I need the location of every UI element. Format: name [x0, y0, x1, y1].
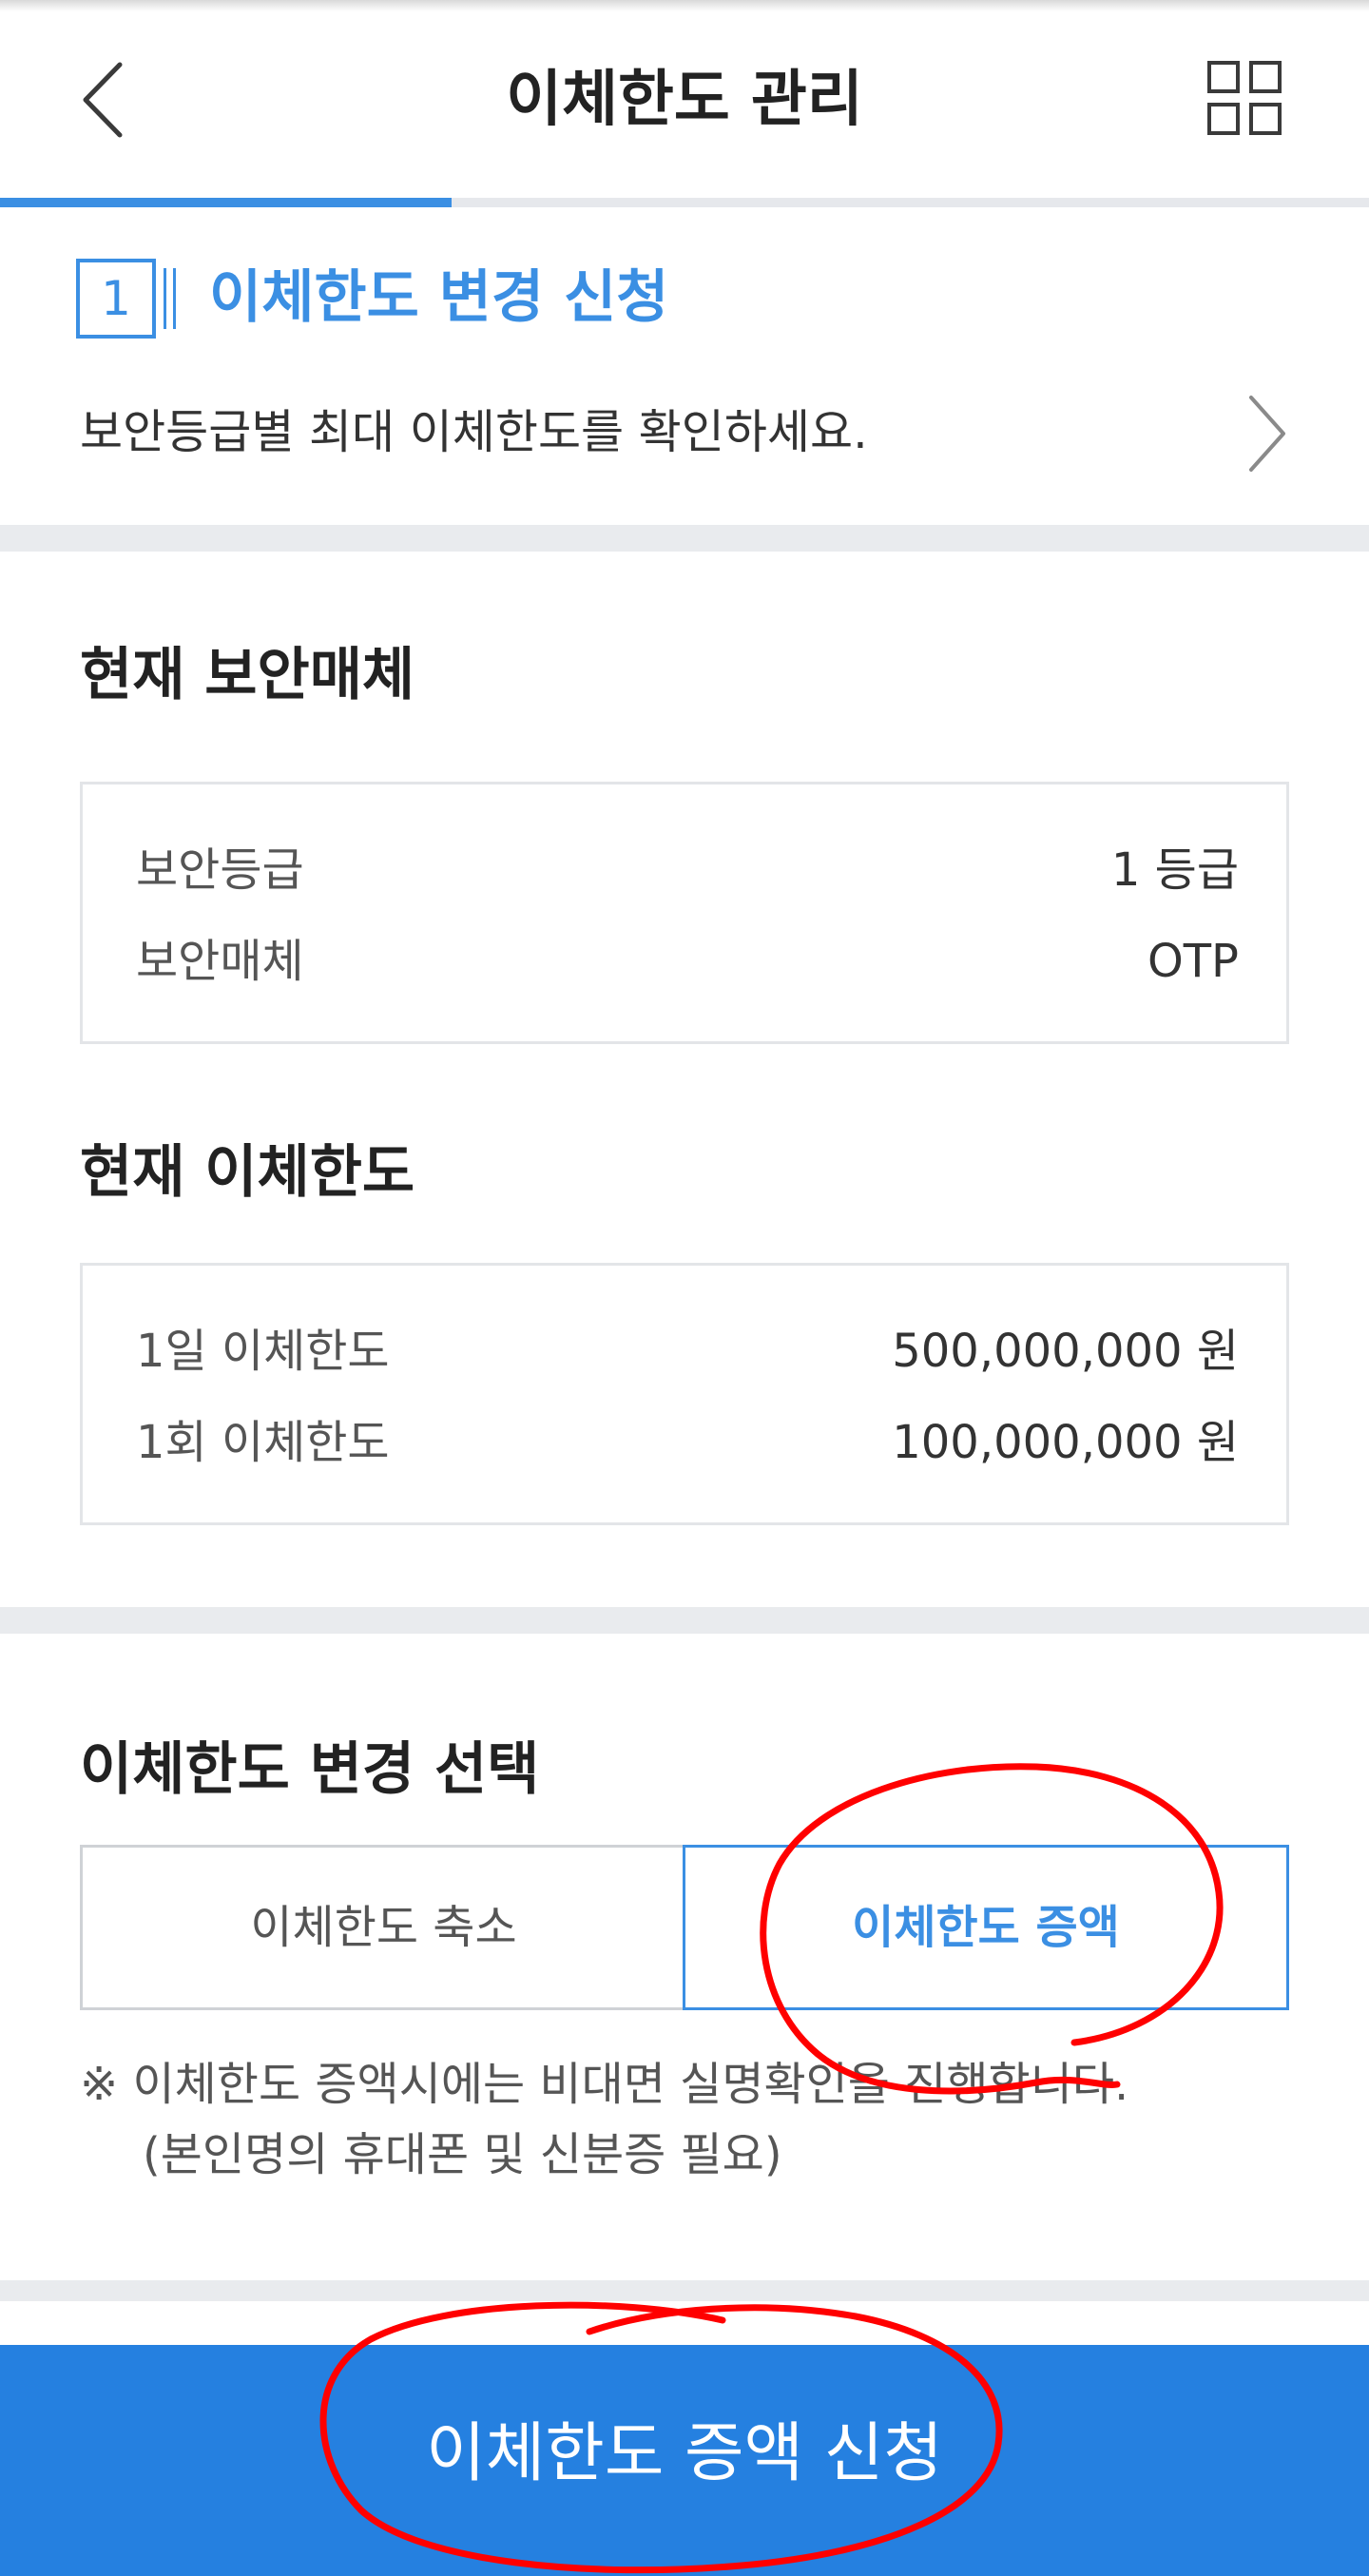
security-level-info-link[interactable]: 보안등급별 최대 이체한도를 확인하세요. [0, 380, 1369, 485]
info-row: 1일 이체한도 500,000,000 원 [83, 1313, 1292, 1389]
change-section-title: 이체한도 변경 선택 [80, 1736, 540, 1803]
chevron-right-icon [1249, 396, 1285, 472]
step-number-badge: 1 [76, 259, 156, 339]
step-title: 이체한도 변경 신청 [209, 264, 669, 331]
limits-info-box: 1일 이체한도 500,000,000 원 1회 이체한도 100,000,00… [80, 1263, 1289, 1525]
notice-line: ※ 이체한도 증액시에는 비대면 실명확인을 진행합니다. [80, 2058, 1129, 2111]
info-label: 1일 이체한도 [136, 1325, 390, 1378]
limit-increase-option[interactable]: 이체한도 증액 [683, 1845, 1289, 2010]
app-header: 이체한도 관리 [0, 0, 1369, 200]
info-value: OTP [1147, 935, 1239, 988]
info-row: 1회 이체한도 100,000,000 원 [83, 1404, 1292, 1481]
info-label: 보안매체 [136, 935, 304, 988]
section-divider [0, 2280, 1369, 2301]
limits-section-title: 현재 이체한도 [80, 1139, 415, 1206]
info-value: 100,000,000 원 [892, 1416, 1239, 1469]
security-section-title: 현재 보안매체 [80, 642, 415, 708]
info-label: 1회 이체한도 [136, 1416, 390, 1469]
step-description: 보안등급별 최대 이체한도를 확인하세요. [80, 405, 868, 459]
notice-line: (본인명의 휴대폰 및 신분증 필요) [143, 2128, 782, 2181]
info-row: 보안등급 1 등급 [83, 832, 1292, 908]
page-title: 이체한도 관리 [506, 65, 863, 135]
info-value: 1 등급 [1110, 843, 1239, 897]
step-progress-bar [0, 198, 1369, 207]
section-divider [0, 525, 1369, 552]
security-info-box: 보안등급 1 등급 보안매체 OTP [80, 782, 1289, 1044]
apply-increase-button[interactable]: 이체한도 증액 신청 [0, 2345, 1369, 2576]
info-row: 보안매체 OTP [83, 923, 1292, 999]
grid-menu-button[interactable] [1207, 61, 1285, 139]
section-divider [0, 1607, 1369, 1634]
step-progress-fill [0, 198, 453, 207]
increase-notice: ※ 이체한도 증액시에는 비대면 실명확인을 진행합니다. (본인명의 휴대폰 … [80, 2049, 1316, 2190]
info-label: 보안등급 [136, 843, 304, 897]
info-value: 500,000,000 원 [892, 1325, 1239, 1378]
step-divider-icon [164, 268, 181, 329]
limit-decrease-option[interactable]: 이체한도 축소 [80, 1845, 684, 2010]
